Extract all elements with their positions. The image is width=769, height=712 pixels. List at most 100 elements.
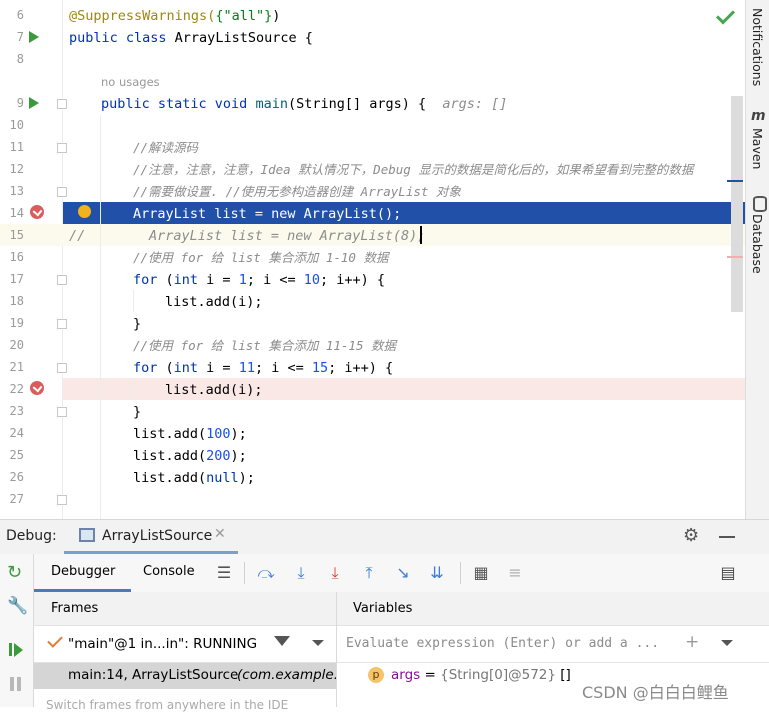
line-number: 24 (9, 426, 24, 440)
inspection-ok-icon[interactable] (715, 5, 736, 25)
line-number: 19 (9, 316, 24, 330)
chevron-down-icon[interactable] (721, 640, 733, 646)
variables-title: Variables (353, 601, 413, 616)
line-number: 7 (16, 30, 24, 44)
tab-debugger-label: Debugger (51, 564, 116, 579)
minimize-icon[interactable] (719, 536, 735, 538)
code-line-24: list.add(100); (133, 424, 247, 444)
tab-console-label: Console (143, 564, 195, 579)
number-token: 1 (238, 272, 247, 288)
line-number: 20 (9, 338, 24, 352)
breakpoint-icon[interactable] (30, 381, 44, 395)
rerun-icon[interactable]: ↻ (7, 562, 22, 583)
lightbulb-icon[interactable] (78, 205, 91, 218)
code-line-25: list.add(200); (133, 446, 247, 466)
maven-icon: m (751, 108, 766, 124)
fold-icon[interactable] (57, 495, 67, 505)
code-token: ); (230, 448, 247, 464)
fold-icon[interactable] (57, 363, 67, 373)
line-number: 16 (9, 250, 24, 264)
resume-play-icon (14, 643, 23, 657)
code-token: ) (272, 8, 281, 24)
fold-icon[interactable] (57, 99, 67, 109)
evaluate-step-icon[interactable]: ⇊ (427, 564, 447, 582)
evaluate-expression-field[interactable]: Evaluate expression (Enter) or add a ...… (337, 626, 769, 663)
database-tab[interactable]: Database (750, 214, 765, 274)
add-watch-icon[interactable]: + (685, 632, 699, 652)
right-tool-strip: Notifications m Maven Database (745, 0, 769, 519)
notifications-tab[interactable]: Notifications (750, 8, 765, 86)
database-icon (753, 196, 767, 212)
filter-icon[interactable] (274, 636, 290, 646)
trace-icon[interactable]: ≡ (505, 564, 525, 582)
wrench-icon[interactable]: 🔧 (7, 596, 28, 616)
frames-hint: Switch frames from anywhere in the IDE (46, 698, 289, 712)
inline-value-hint: args: [] (442, 96, 508, 112)
debug-session-tab[interactable]: ArrayListSource ✕ (64, 520, 238, 554)
gear-icon[interactable]: ⚙ (683, 525, 699, 546)
code-line-17: for (int i = 1; i <= 10; i++) { (133, 270, 385, 290)
resume-icon[interactable] (9, 643, 12, 656)
indent-guide (133, 290, 134, 312)
string-token: {"all"} (215, 8, 273, 24)
parameter-badge-icon: p (368, 667, 384, 683)
code-line-22: list.add(i); (165, 382, 263, 398)
scroll-marker (727, 256, 743, 258)
variable-name-text: args (391, 667, 421, 683)
line-number: 17 (9, 272, 24, 286)
run-main-icon[interactable] (29, 97, 39, 109)
variable-value: {String[0]@572} (440, 667, 556, 683)
code-token: list.add( (133, 426, 207, 442)
maven-tab[interactable]: Maven (750, 128, 765, 169)
keyword-token: for (133, 272, 158, 288)
close-icon[interactable]: ✕ (214, 526, 226, 542)
check-icon (47, 632, 63, 648)
fold-icon[interactable] (57, 319, 67, 329)
number-token: 11 (238, 360, 255, 376)
keyword-token: public static void (101, 96, 248, 112)
keyword-token: public class (69, 30, 167, 46)
run-to-cursor-icon[interactable]: ↘ (393, 564, 413, 582)
frame-row-selected[interactable]: main:14, ArrayListSource (com.example.c (34, 663, 336, 689)
breakpoint-icon[interactable] (30, 205, 44, 219)
step-into-icon[interactable]: ⤓ (325, 564, 345, 582)
fold-icon[interactable] (57, 407, 67, 417)
line-number: 11 (9, 140, 24, 154)
number-token: 10 (303, 272, 320, 288)
step-out-icon[interactable]: ⤒ (359, 564, 379, 582)
code-token: list.add( (133, 448, 207, 464)
calculator-icon[interactable]: ▦ (471, 564, 491, 582)
chevron-down-icon[interactable] (312, 640, 324, 646)
fold-icon[interactable] (57, 143, 67, 153)
code-token: ; i++) { (320, 272, 386, 288)
pause-icon[interactable] (10, 677, 14, 691)
code-line-15-prefix: // (69, 228, 86, 244)
debug-side-toolbar: ↻ 🔧 (0, 554, 34, 707)
editor-scrollbar[interactable] (731, 96, 743, 312)
line-number: 12 (9, 162, 24, 176)
run-class-icon[interactable] (29, 31, 39, 43)
line-number: 10 (9, 118, 24, 132)
code-token: ( (157, 360, 174, 376)
watermark: CSDN @白白白鲤鱼 (582, 683, 729, 702)
usage-hint[interactable]: no usages (101, 72, 160, 92)
step-over-icon[interactable]: ⤓ (291, 564, 311, 582)
layout-menu-icon[interactable]: ☰ (214, 564, 234, 582)
tab-console[interactable]: Console (131, 554, 209, 592)
code-line-26: list.add(null); (133, 468, 255, 488)
line-number: 8 (16, 52, 24, 66)
indent-guide (100, 115, 101, 519)
method-token: main (247, 96, 288, 112)
thread-selector[interactable]: "main"@1 in...in": RUNNING (34, 626, 336, 663)
code-line-13: //需要做设置. //使用无参构造器创建 ArrayList 对象 (133, 184, 461, 199)
code-line-19: } (133, 316, 142, 332)
code-editor[interactable]: 6 7 8 9 10 11 12 13 14 15 16 17 18 19 20… (0, 0, 745, 519)
tab-debugger[interactable]: Debugger (34, 554, 131, 592)
layout-settings-icon[interactable]: ▤ (718, 564, 738, 582)
fold-icon[interactable] (57, 187, 67, 197)
fold-icon[interactable] (57, 275, 67, 285)
keyword-token: int (173, 272, 199, 288)
annotation-token: @SuppressWarnings( (69, 8, 216, 24)
code-token: ArrayListSource { (166, 30, 313, 46)
show-execution-point-icon[interactable]: ⤼ (256, 564, 276, 582)
